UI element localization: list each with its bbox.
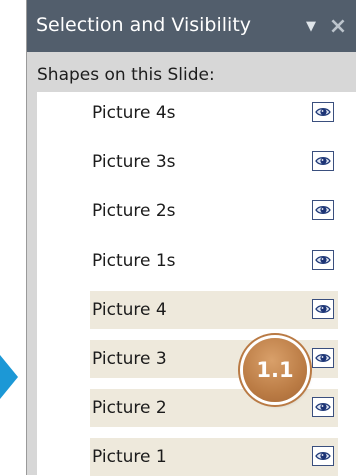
pointer-arrow-icon <box>0 355 18 399</box>
shape-row[interactable]: Picture 3s <box>90 143 338 181</box>
shape-row-label: Picture 4s <box>92 103 176 123</box>
pane-close-button[interactable]: × <box>325 6 351 46</box>
step-callout-badge: 1.1 <box>243 338 307 402</box>
shape-row[interactable]: Picture 4s <box>90 94 338 132</box>
visibility-toggle-button[interactable] <box>312 249 334 270</box>
pane-title-bar: Selection and Visibility ▼ × <box>27 0 356 52</box>
visibility-toggle-button[interactable] <box>312 397 334 418</box>
callout-label: 1.1 <box>256 358 294 382</box>
visibility-toggle-button[interactable] <box>312 151 334 172</box>
close-icon: × <box>328 13 348 39</box>
shape-row[interactable]: Picture 2 <box>90 389 338 428</box>
shape-row-label: Picture 4 <box>92 299 167 320</box>
shape-row[interactable]: Picture 2s <box>90 192 338 230</box>
eye-icon <box>315 255 331 264</box>
shape-row-label: Picture 3 <box>92 349 167 369</box>
shape-row-label: Picture 2 <box>92 398 167 419</box>
shapes-section-label: Shapes on this Slide: <box>37 65 215 85</box>
eye-icon <box>315 206 331 215</box>
eye-icon <box>315 452 331 461</box>
shape-row-label: Picture 1s <box>92 250 176 271</box>
shape-row[interactable]: Picture 1s <box>90 242 338 280</box>
shape-row-label: Picture 1 <box>92 447 167 468</box>
triangle-down-icon: ▼ <box>306 18 316 34</box>
shape-row-label: Picture 2s <box>92 201 176 222</box>
shape-row[interactable]: Picture 1 <box>90 438 338 476</box>
shape-row-label: Picture 3s <box>92 152 176 173</box>
visibility-toggle-button[interactable] <box>312 200 334 221</box>
visibility-toggle-button[interactable] <box>312 298 334 319</box>
eye-icon <box>315 403 331 412</box>
visibility-toggle-button[interactable] <box>312 446 334 467</box>
pane-options-button[interactable]: ▼ <box>298 6 324 46</box>
pane-title: Selection and Visibility <box>36 14 252 36</box>
eye-icon <box>315 107 331 117</box>
visibility-toggle-button[interactable] <box>312 348 334 368</box>
visibility-toggle-button[interactable] <box>312 102 334 122</box>
shape-list: Picture 4s Picture 3s Picture 2s Picture 1s… <box>37 92 356 476</box>
selection-visibility-pane: Selection and Visibility ▼ × Shapes on t… <box>26 0 356 476</box>
eye-icon <box>315 157 331 166</box>
eye-icon <box>315 353 331 363</box>
shape-row[interactable]: Picture 4 <box>90 290 338 329</box>
eye-icon <box>315 304 331 313</box>
